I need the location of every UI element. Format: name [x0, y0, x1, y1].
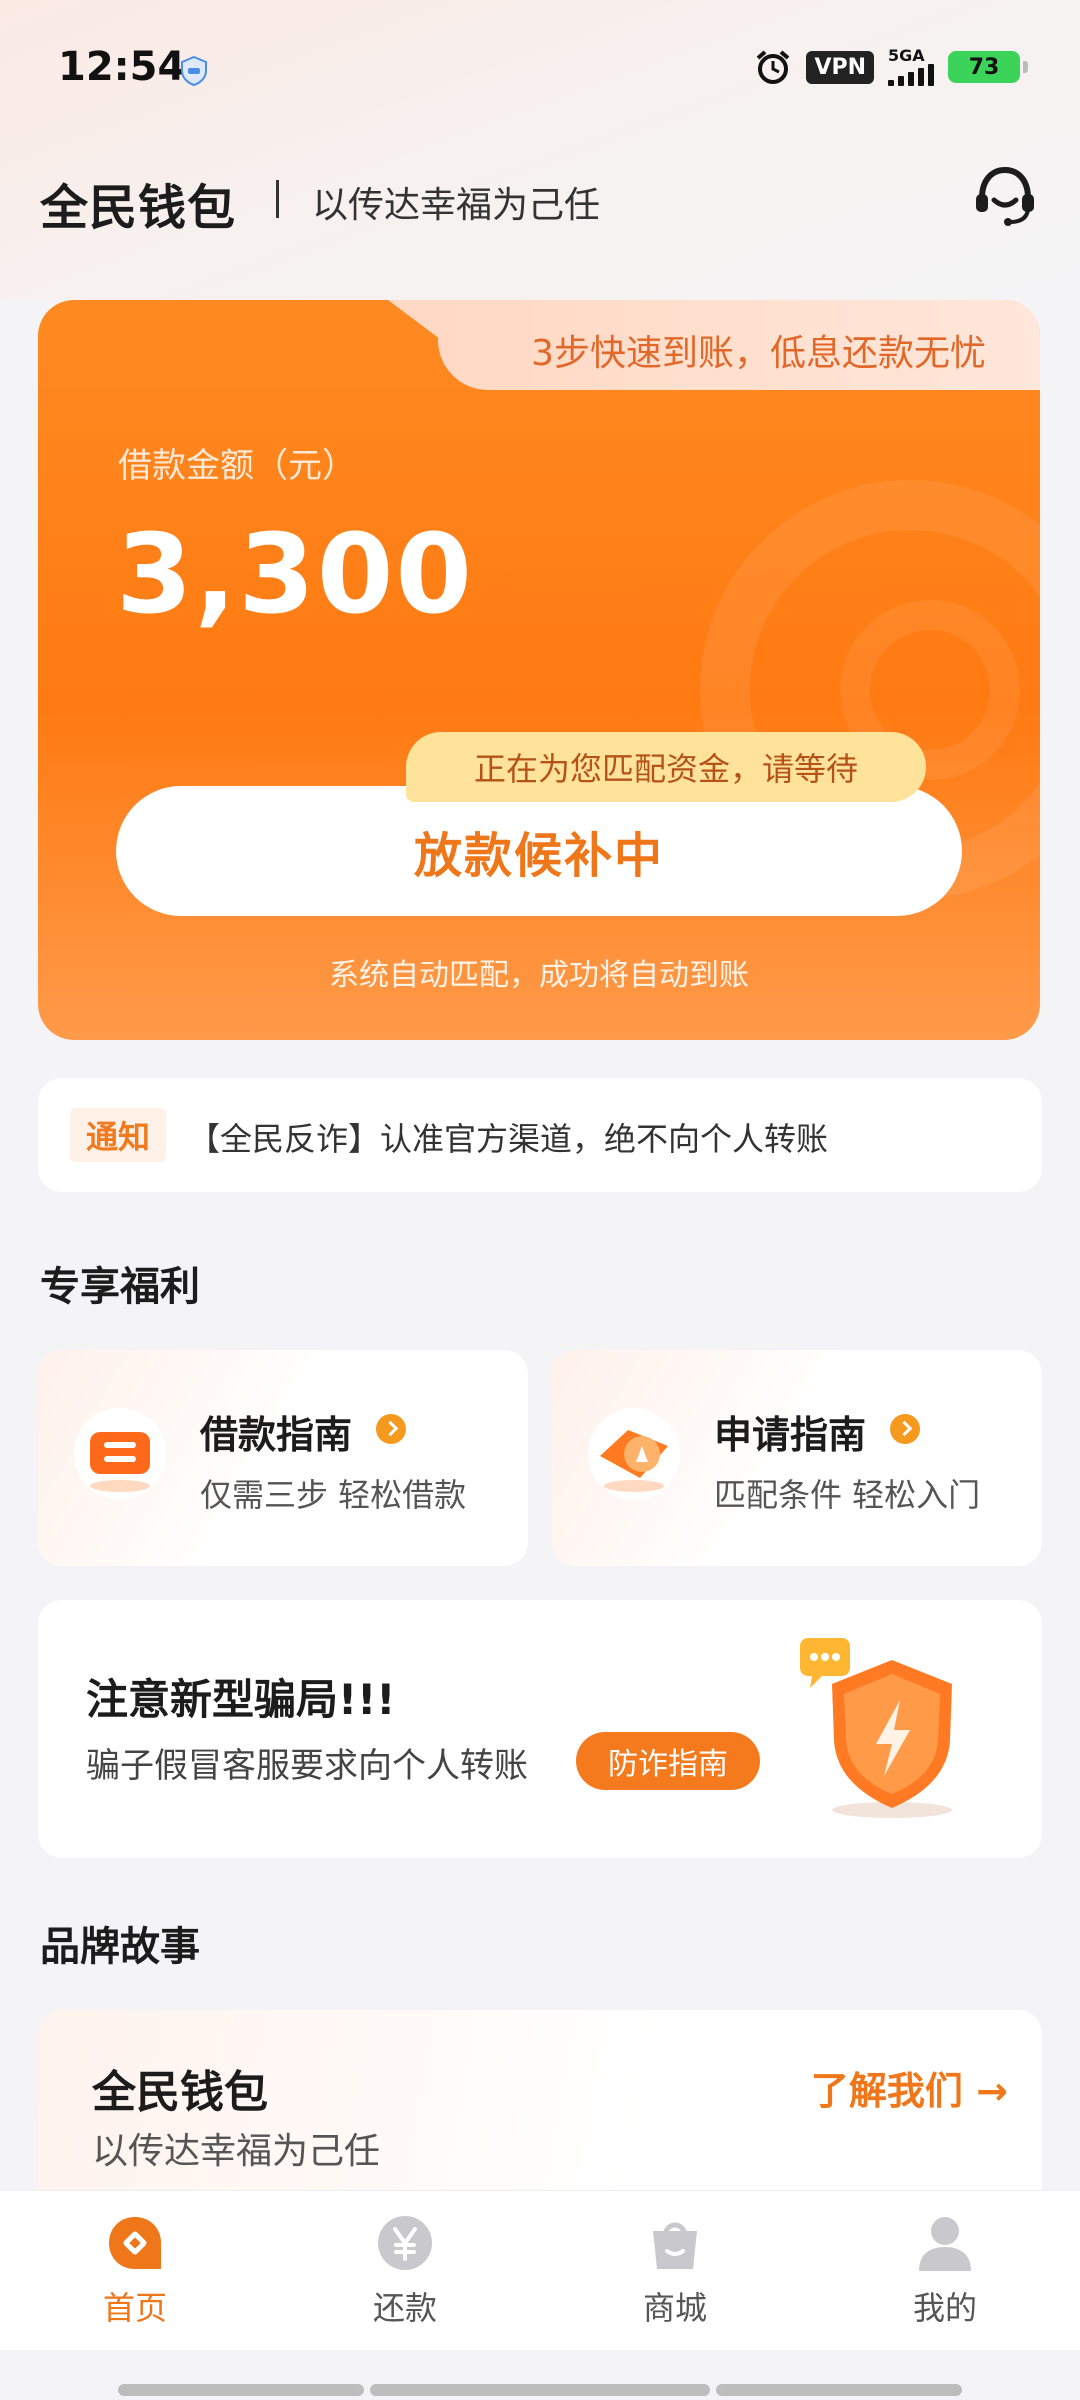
story-card-title: 全民钱包 [92, 2067, 268, 2118]
status-right: VPN 5GA 73 [754, 48, 1028, 86]
benefits-title: 专享福利 [40, 1264, 200, 1310]
fraud-alert-card[interactable]: 注意新型骗局!!! 骗子假冒客服要求向个人转账 防诈指南 [38, 1600, 1042, 1858]
nav-item-home[interactable]: 首页 [0, 2191, 270, 2350]
gesture-bar [118, 2384, 364, 2396]
shopping-bag-icon [653, 2222, 697, 2269]
header-divider [276, 180, 279, 218]
brand-slogan: 以传达幸福为己任 [312, 185, 601, 226]
nav-label-mine: 我的 [912, 2289, 977, 2327]
fraud-alert-title: 注意新型骗局!!! [86, 1675, 396, 1724]
notice-tag: 通知 [70, 1108, 166, 1162]
loan-guide-subtitle: 仅需三步 轻松借款 [200, 1476, 467, 1514]
amount-label: 借款金额（元） [118, 446, 356, 486]
nav-label-home: 首页 [102, 2289, 167, 2327]
apply-guide-subtitle: 匹配条件 轻松入门 [714, 1476, 981, 1514]
home-icon [109, 2217, 161, 2269]
loan-amount: 3,300 [116, 510, 474, 638]
user-icon [919, 2217, 971, 2271]
signal-bars-icon [888, 64, 934, 86]
yen-icon [378, 2216, 432, 2270]
arrow-right-icon [376, 1414, 406, 1444]
auto-match-note: 系统自动匹配，成功将自动到账 [329, 958, 749, 993]
loan-guide-card[interactable]: 借款指南 仅需三步 轻松借款 [38, 1350, 528, 1566]
battery-indicator: 73 [948, 51, 1028, 83]
shield-lightning-icon [800, 1638, 952, 1818]
ticket-icon [74, 1408, 166, 1500]
loan-card-body [38, 300, 1040, 1040]
nav-item-mine[interactable]: 我的 [810, 2191, 1080, 2350]
status-time: 12:54 [58, 44, 186, 90]
app-header: 全民钱包 以传达幸福为己任 [40, 160, 1040, 236]
arrow-right-icon [890, 1414, 920, 1444]
brand-name: 全民钱包 [40, 180, 237, 236]
loan-guide-title: 借款指南 [200, 1413, 353, 1457]
alarm-icon [757, 50, 790, 84]
nav-label-repay: 还款 [372, 2289, 437, 2327]
customer-service-icon[interactable] [970, 160, 1040, 230]
apply-guide-card[interactable]: 申请指南 匹配条件 轻松入门 [552, 1350, 1042, 1566]
nav-item-repay[interactable]: 还款 [270, 2191, 540, 2350]
signal-indicator: 5GA [888, 48, 934, 86]
vpn-badge: VPN [806, 50, 874, 84]
apply-guide-title: 申请指南 [714, 1413, 867, 1457]
nav-item-mall[interactable]: 商城 [540, 2191, 810, 2350]
bottom-nav: 首页 还款 商城 我的 [0, 2190, 1080, 2350]
status-bar: 12:54 VPN 5GA 73 [0, 0, 1080, 140]
nav-label-mall: 商城 [642, 2289, 707, 2327]
card-tab-text: 3步快速到账，低息还款无忧 [531, 333, 986, 374]
network-type: 5GA [888, 46, 925, 65]
fraud-alert-subtitle: 骗子假冒客服要求向个人转账 [86, 1746, 528, 1786]
brand-story-title: 品牌故事 [40, 1924, 200, 1970]
loan-status-button[interactable]: 放款候补中 [116, 786, 962, 916]
gesture-bar [370, 2384, 710, 2396]
anti-fraud-guide-button[interactable]: 防诈指南 [576, 1732, 760, 1790]
notice-text: 【全民反诈】认准官方渠道，绝不向个人转账 [188, 1120, 829, 1158]
notice-bar[interactable]: 通知 【全民反诈】认准官方渠道，绝不向个人转账 [38, 1078, 1042, 1192]
compass-icon [588, 1408, 680, 1500]
matching-tag: 正在为您匹配资金，请等待 [406, 732, 926, 802]
story-card-subtitle: 以传达幸福为己任 [92, 2131, 381, 2172]
learn-about-us-link[interactable]: 了解我们 → [811, 2060, 1008, 2115]
gesture-bar [716, 2384, 962, 2396]
vpn-shield-icon [181, 56, 207, 86]
loan-card: 3步快速到账，低息还款无忧 借款金额（元） 3,300 放款候补中 正在为您匹配… [38, 300, 1040, 1040]
